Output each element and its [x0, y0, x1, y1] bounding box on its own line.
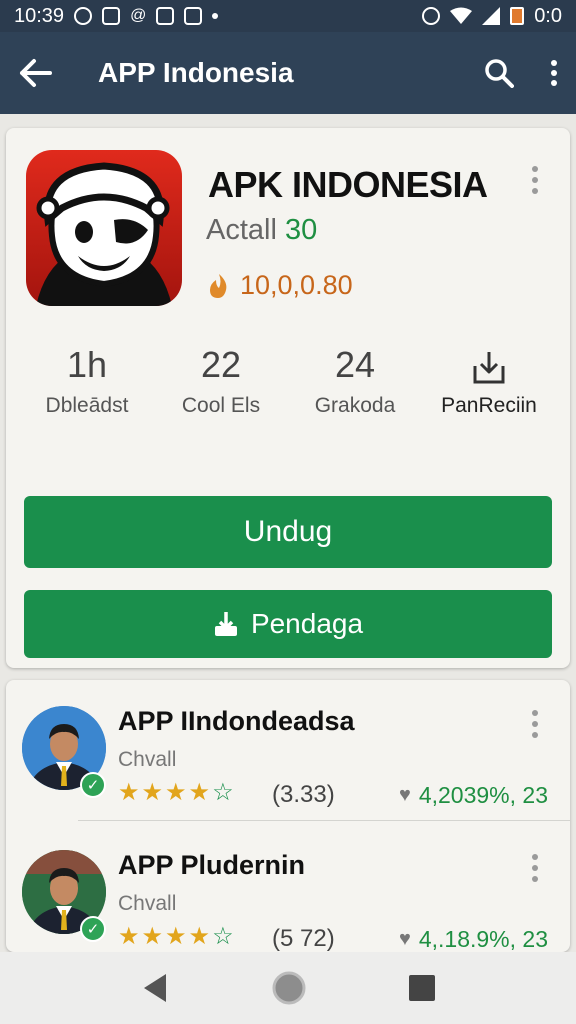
message-notification-icon — [156, 7, 175, 25]
stat-value — [422, 342, 556, 388]
app-detail-card: APK INDONESIA Actall 30 10,0,0.80 1h Dbl… — [6, 128, 570, 668]
download-button[interactable]: Undug — [24, 496, 552, 568]
stat-item: 1h Dbleādst — [20, 342, 154, 418]
stat-item: 22 Cool Els — [154, 342, 288, 418]
star-rating: ★★★★☆ — [118, 922, 236, 951]
app-name: APK INDONESIA — [208, 164, 488, 205]
download-stat-value: 4,2039%, 23 — [418, 782, 548, 808]
wifi-icon — [450, 7, 473, 24]
list-item-developer: Chvall — [118, 892, 177, 915]
stat-value: 22 — [200, 344, 242, 385]
app-more-icon[interactable] — [531, 166, 539, 194]
stat-item: PanReciin — [422, 342, 556, 418]
app-bar: APP Indonesia — [0, 32, 576, 114]
gallery-notification-icon — [102, 7, 121, 25]
stat-item: 24 Grakoda — [288, 342, 422, 418]
app-rank: 10,0,0.80 — [206, 270, 353, 301]
status-right-text: 0:0 — [534, 4, 562, 27]
more-notifications-icon — [212, 13, 219, 19]
stat-label: Dbleādst — [45, 394, 129, 417]
app-subtitle-label: Actall — [206, 214, 277, 246]
download-button-label: Undug — [243, 515, 333, 548]
list-item[interactable]: ✓ APP IIndondeadsa Chvall ★★★★☆ (3.33) ♥… — [6, 698, 570, 818]
filled-stars-icon: ★★★★ — [118, 923, 213, 950]
at-icon: @ — [130, 7, 147, 24]
star-rating: ★★★★☆ — [118, 778, 236, 807]
download-stat: ♥ 4,.18.9%, 23 — [399, 926, 548, 952]
install-button[interactable]: Pendaga — [24, 590, 552, 658]
install-button-label: Pendaga — [250, 608, 364, 639]
list-item-name: APP IIndondeadsa — [118, 706, 355, 736]
verified-badge-icon: ✓ — [80, 772, 106, 798]
stat-label: Cool Els — [181, 394, 261, 417]
verified-badge-icon: ✓ — [80, 916, 106, 942]
flame-icon — [210, 273, 227, 298]
system-nav-bar — [0, 952, 576, 1024]
battery-icon — [510, 7, 525, 25]
status-time: 10:39 — [14, 4, 65, 27]
list-item-more-icon[interactable] — [531, 854, 539, 882]
signal-icon — [482, 7, 501, 25]
stat-label: PanReciin — [441, 394, 537, 417]
divider — [78, 820, 570, 821]
rating-count: (3.33) — [272, 781, 335, 808]
download-icon — [214, 612, 237, 636]
app-rank-value: 10,0,0.80 — [240, 270, 353, 300]
stat-value: 1h — [66, 344, 108, 385]
related-apps-list: ✓ APP IIndondeadsa Chvall ★★★★☆ (3.33) ♥… — [6, 680, 570, 952]
heart-icon: ♥ — [398, 928, 411, 950]
heart-icon: ♥ — [398, 784, 411, 806]
alarm-icon — [422, 7, 441, 25]
app-logo-icon — [26, 150, 182, 306]
empty-star-icon: ☆ — [212, 923, 236, 950]
voicemail-icon — [184, 7, 203, 25]
download-box-icon — [473, 352, 505, 384]
notification-icon — [74, 7, 93, 25]
nav-home-icon[interactable] — [271, 970, 307, 1006]
back-arrow-icon[interactable] — [18, 58, 52, 88]
stat-label: Grakoda — [314, 394, 396, 417]
download-stat: ♥ 4,2039%, 23 — [399, 782, 548, 809]
nav-recents-icon[interactable] — [408, 974, 436, 1002]
download-stat-value: 4,.18.9%, 23 — [418, 926, 548, 952]
list-item-more-icon[interactable] — [531, 710, 539, 738]
rating-count: (5 72) — [272, 925, 335, 952]
list-item[interactable]: ✓ APP Pludernin Chvall ★★★★☆ (5 72) ♥ 4,… — [6, 842, 570, 952]
page-title: APP Indonesia — [98, 57, 294, 88]
nav-back-icon[interactable] — [140, 972, 170, 1004]
status-bar: 10:39 @ 0:0 — [0, 0, 576, 32]
more-vert-icon[interactable] — [550, 59, 558, 87]
app-stats: 1h Dbleādst 22 Cool Els 24 Grakoda PanRe… — [20, 342, 556, 432]
empty-star-icon: ☆ — [212, 779, 236, 806]
stat-value: 24 — [334, 344, 376, 385]
app-subtitle-number: 30 — [284, 214, 318, 246]
list-item-developer: Chvall — [118, 748, 177, 771]
filled-stars-icon: ★★★★ — [118, 779, 213, 806]
search-icon[interactable] — [484, 58, 514, 88]
list-item-name: APP Pludernin — [118, 850, 306, 880]
app-subtitle: Actall 30 — [206, 214, 317, 247]
